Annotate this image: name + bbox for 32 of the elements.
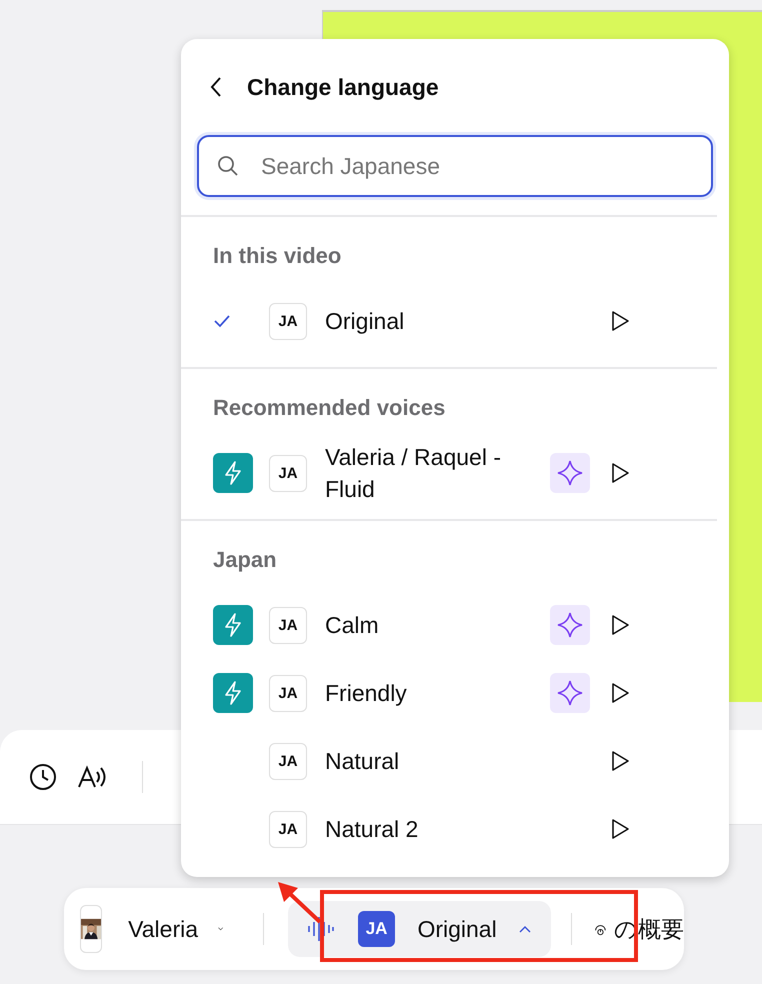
popup-title: Change language xyxy=(247,74,439,100)
voice-option[interactable]: Friendly xyxy=(325,677,550,709)
play-icon[interactable] xyxy=(610,614,630,636)
language-code: JA xyxy=(269,674,307,712)
voice-option[interactable]: Natural xyxy=(325,745,550,777)
search-icon xyxy=(217,155,239,177)
voice-option[interactable]: Valeria / Raquel - Fluid xyxy=(325,441,550,505)
language-code: JA xyxy=(269,302,307,340)
chevron-down-icon[interactable] xyxy=(218,925,224,933)
play-icon[interactable] xyxy=(610,462,630,484)
voice-option[interactable]: Original xyxy=(325,305,550,337)
language-code: JA xyxy=(269,810,307,848)
language-code: JA xyxy=(269,606,307,644)
waveform-icon xyxy=(306,914,336,944)
play-icon[interactable] xyxy=(610,750,630,772)
play-icon[interactable] xyxy=(610,310,630,332)
voice-selector[interactable]: JA Original xyxy=(288,901,551,957)
voice-name: Original xyxy=(417,916,497,942)
play-icon[interactable] xyxy=(610,682,630,704)
search-field[interactable]: Search Japanese xyxy=(197,135,713,197)
voice-option[interactable]: Calm xyxy=(325,609,550,641)
back-icon[interactable] xyxy=(209,76,223,98)
clock-icon[interactable] xyxy=(28,762,58,792)
language-badge: JA xyxy=(358,911,396,947)
play-icon[interactable] xyxy=(610,818,630,840)
section-heading: Japan xyxy=(212,547,278,573)
section-heading: Recommended voices xyxy=(212,395,446,421)
speaker-name[interactable]: Valeria xyxy=(128,916,198,942)
language-code: JA xyxy=(269,742,307,780)
voice-option[interactable]: Natural 2 xyxy=(325,813,550,845)
section-heading: In this video xyxy=(212,243,342,269)
language-code: JA xyxy=(269,454,307,492)
